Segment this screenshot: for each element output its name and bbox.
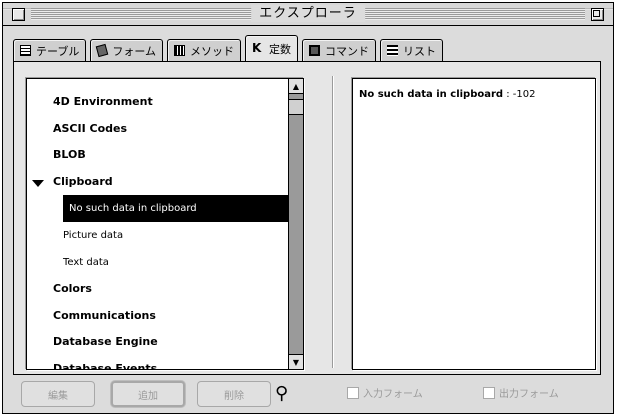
disclosure-triangle-icon[interactable] [33,97,41,109]
scroll-down-arrow-icon[interactable]: ▼ [289,354,303,369]
tree-item-text-data[interactable]: Text data [27,249,289,276]
tab-tables[interactable]: テーブル [13,39,87,61]
list-icon [387,45,399,56]
pane-divider [332,76,333,368]
output-form-checkbox[interactable] [483,386,495,399]
command-icon [309,45,321,56]
constant-detail-area[interactable]: No such data in clipboard : -102 [352,78,596,370]
disclosure-triangle-icon[interactable] [33,310,41,323]
window-title: エクスプローラ [251,5,365,22]
disclosure-triangle-icon[interactable] [33,284,41,296]
disclosure-triangle-icon[interactable] [33,363,41,369]
disclosure-triangle-icon[interactable] [33,150,41,162]
tree-folder-label: Communications [53,308,156,322]
tab-bar: テーブル フォーム メソッド K 定数 コマンド リスト [13,35,444,61]
tab-forms[interactable]: フォーム [90,39,164,61]
output-form-checkbox-group[interactable]: 出力フォーム [483,385,559,400]
delete-button[interactable]: 削除 [197,381,271,407]
constants-tree-list[interactable]: 4D Environment ASCII Codes BLOB Clipboar… [26,78,304,370]
tab-constants[interactable]: K 定数 [245,35,299,61]
close-box-icon[interactable] [12,8,25,21]
title-bar[interactable]: エクスプローラ [3,3,613,26]
constant-value: : -102 [503,89,536,100]
input-form-label: 入力フォーム [363,389,423,400]
key-icon: ⚲ [275,383,289,404]
tab-methods[interactable]: メソッド [167,39,242,61]
tree-folder-label: Colors [53,282,92,295]
tree-item-label: Text data [63,257,109,268]
tree-folder-label: 4D Environment [53,95,153,108]
tree-folder-4d-environment[interactable]: 4D Environment [27,89,289,116]
tree-folder-database-events[interactable]: Database Events [27,356,289,370]
tab-label: リスト [403,44,437,58]
disclosure-triangle-open-icon[interactable] [32,179,44,187]
tab-label: メソッド [190,44,235,58]
tree-folder-label: BLOB [53,148,86,161]
tree-folder-blob[interactable]: BLOB [27,142,289,169]
output-form-label: 出力フォーム [499,389,559,400]
add-button[interactable]: 追加 [111,381,185,407]
disclosure-triangle-icon[interactable] [33,123,41,136]
input-form-checkbox-group[interactable]: 入力フォーム [347,385,423,400]
disclosure-triangle-icon[interactable] [33,337,41,349]
scroll-up-arrow-icon[interactable]: ▲ [289,79,303,94]
tree-folder-label: ASCII Codes [53,121,128,135]
tree-folder-communications[interactable]: Communications [27,303,289,330]
edit-button[interactable]: 編集 [21,381,95,407]
tree-folder-database-engine[interactable]: Database Engine [27,329,289,356]
input-form-checkbox[interactable] [347,386,359,399]
form-icon [96,43,109,58]
tree-scrollbar[interactable]: ▲ ▼ [288,79,303,369]
constants-icon: K [252,41,262,55]
tab-label: テーブル [36,44,80,58]
tree-folder-label: Database Engine [53,335,158,348]
tab-lists[interactable]: リスト [380,39,444,61]
method-icon [174,45,186,56]
tree-folder-colors[interactable]: Colors [27,276,289,303]
tree-item-no-such-data[interactable]: No such data in clipboard [63,195,289,222]
tree-folder-label: Database Events [53,361,158,370]
constant-name: No such data in clipboard [359,89,504,100]
table-icon [20,45,31,56]
tab-label: コマンド [325,44,370,58]
constants-panel: 4D Environment ASCII Codes BLOB Clipboar… [13,61,601,375]
tab-commands[interactable]: コマンド [302,39,377,61]
zoom-box-icon[interactable] [591,8,604,21]
tree-folder-ascii-codes[interactable]: ASCII Codes [27,116,289,143]
explorer-window: エクスプローラ テーブル フォーム メソッド K 定数 コマンド リスト 4D … [2,2,614,414]
tree-folder-label: Clipboard [53,174,113,188]
tab-label: フォーム [112,44,157,58]
tree-item-picture-data[interactable]: Picture data [27,222,289,249]
scroll-thumb[interactable] [289,99,303,115]
tree-item-label: No such data in clipboard [69,203,197,214]
tree-item-label: Picture data [63,230,124,241]
tree-folder-clipboard[interactable]: Clipboard [27,169,289,196]
tab-label: 定数 [269,42,292,56]
constant-detail-text: No such data in clipboard : -102 [359,89,536,100]
